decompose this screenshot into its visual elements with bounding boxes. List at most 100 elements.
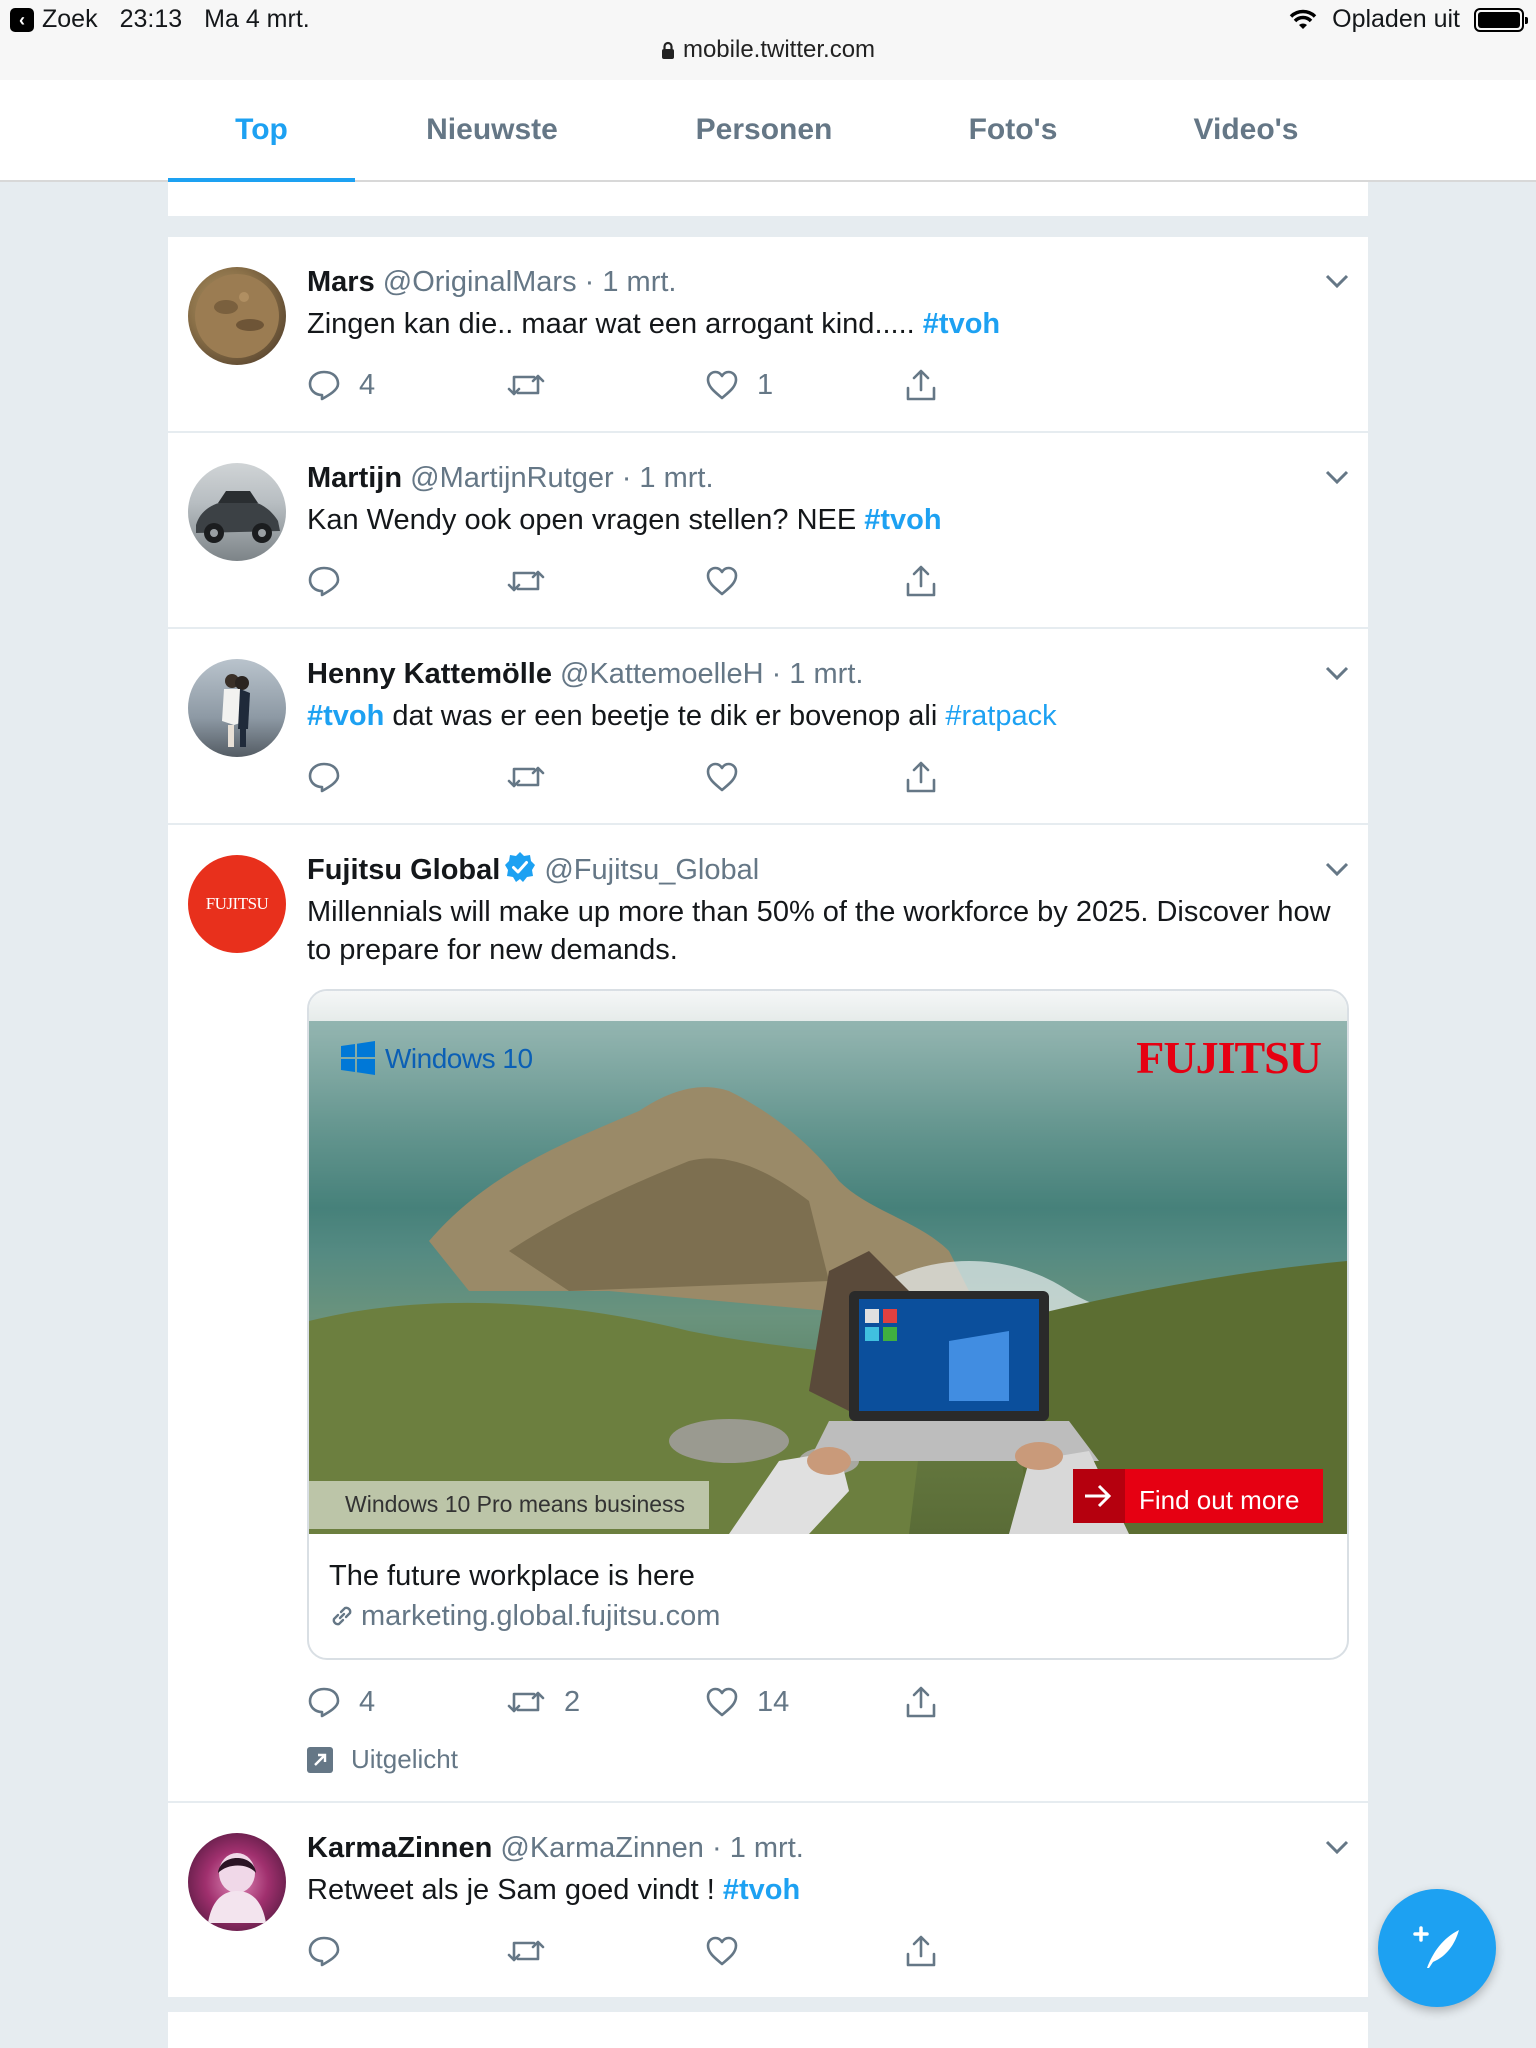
status-bar-right: Opladen uit [1288,5,1528,34]
reply-button[interactable]: 4 [307,1685,506,1719]
retweet-button[interactable] [506,1936,705,1966]
fujitsu-logo: FUJITSU [1136,1032,1322,1083]
retweet-button[interactable]: 2 [506,1686,705,1719]
share-icon [906,1935,936,1967]
tweet[interactable]: Martijn @MartijnRutger · 1 mrt. Kan Wend… [168,433,1368,629]
share-icon [906,1686,936,1718]
reply-button[interactable] [307,564,506,598]
share-button[interactable] [904,1685,1103,1719]
retweet-button[interactable] [506,370,705,400]
reply-button[interactable] [307,760,506,794]
tab-videos[interactable]: Video's [1160,80,1332,180]
separator-dot: · [711,1832,722,1864]
hashtag-link[interactable]: #tvoh [864,504,941,536]
avatar[interactable] [188,659,286,757]
like-button[interactable] [705,761,904,793]
tweet-body: Zingen kan die.. maar wat een arrogant k… [307,308,915,340]
hashtag-link[interactable]: #tvoh [307,700,384,732]
like-button[interactable] [705,1935,904,1967]
tab-top[interactable]: Top [168,80,355,182]
reply-icon [308,370,340,401]
card-link[interactable]: marketing.global.fujitsu.com [329,1596,1327,1636]
share-button[interactable] [904,368,1103,402]
user-name[interactable]: Henny Kattemölle [307,658,552,690]
retweet-button[interactable] [506,762,705,792]
avatar[interactable] [188,267,286,365]
retweet-icon [507,1940,545,1962]
chevron-down-icon[interactable] [1324,1839,1350,1855]
tweet-time[interactable]: 1 mrt. [602,266,676,298]
promoted-label[interactable]: Uitgelicht [307,1744,1348,1775]
tab-fotos[interactable]: Foto's [930,80,1096,180]
reply-icon [308,762,340,793]
link-card[interactable]: Windows 10 FUJITSU Windows 10 Pro means … [307,989,1349,1660]
tab-label: Foto's [968,113,1058,146]
back-to-app-icon[interactable]: ‹ [10,7,34,32]
chevron-down-icon[interactable] [1324,665,1350,681]
user-handle[interactable]: @OriginalMars [383,266,577,298]
retweet-count: 2 [564,1685,581,1718]
tweet-time[interactable]: 1 mrt. [789,658,863,690]
share-button[interactable] [904,564,1103,598]
user-handle[interactable]: @KarmaZinnen [500,1832,704,1864]
tweet[interactable]: Mars @OriginalMars · 1 mrt. Zingen kan d… [168,237,1368,433]
tweet[interactable]: Henny Kattemölle @KattemoelleH · 1 mrt. … [168,629,1368,825]
card-title[interactable]: The future workplace is here [329,1556,1327,1596]
avatar[interactable]: FUJITSU [188,855,286,953]
compose-tweet-button[interactable] [1378,1889,1496,2007]
reply-button[interactable]: 4 [307,368,506,402]
tab-label: Personen [695,113,833,146]
tweet-header: Fujitsu Global @Fujitsu_Global [307,851,1348,889]
reply-button[interactable] [307,1934,506,1968]
share-button[interactable] [904,760,1103,794]
back-to-app-label[interactable]: Zoek [42,5,98,34]
share-button[interactable] [904,1934,1103,1968]
find-out-more-button[interactable]: Find out more [1139,1485,1299,1516]
user-handle[interactable]: @KattemoelleH [560,658,764,690]
tweet-time[interactable]: 1 mrt. [730,1832,804,1864]
tab-nieuwste[interactable]: Nieuwste [388,80,596,180]
tab-personen[interactable]: Personen [660,80,868,180]
user-name[interactable]: Fujitsu Global [307,854,500,886]
hashtag-link[interactable]: #tvoh [723,1874,800,1906]
like-count: 1 [757,368,774,401]
chevron-down-icon[interactable] [1324,469,1350,485]
retweet-icon [507,766,545,788]
avatar[interactable] [188,1833,286,1931]
reply-count: 4 [359,1685,376,1718]
tweet-text: Millennials will make up more than 50% o… [307,893,1348,969]
user-name[interactable]: Mars [307,266,375,298]
search-tabs: Top Nieuwste Personen Foto's Video's [0,80,1536,182]
chevron-down-icon[interactable] [1324,861,1350,877]
verified-badge-icon [505,852,536,882]
hashtag-link[interactable]: #ratpack [945,700,1056,732]
tweet-time[interactable]: 1 mrt. [639,462,713,494]
retweet-button[interactable] [506,566,705,596]
tweet[interactable]: KarmaZinnen @KarmaZinnen · 1 mrt. Retwee… [168,1803,1368,1999]
tweet-actions [307,1923,1348,1979]
like-button[interactable]: 1 [705,369,904,402]
tweet-body: Retweet als je Sam goed vindt ! [307,1874,715,1906]
avatar[interactable] [188,463,286,561]
heart-icon [706,762,738,792]
like-button[interactable]: 14 [705,1686,904,1719]
user-name[interactable]: Martijn [307,462,402,494]
tweet-actions [307,553,1348,609]
hashtag-link[interactable]: #tvoh [923,308,1000,340]
status-bar-left: ‹ Zoek 23:13 Ma 4 mrt. [10,5,332,34]
card-link-text: marketing.global.fujitsu.com [361,1600,721,1632]
user-name[interactable]: KarmaZinnen [307,1832,492,1864]
promoted-text: Uitgelicht [351,1744,458,1774]
tab-label: Video's [1193,113,1299,146]
chevron-down-icon[interactable] [1324,273,1350,289]
url-bar[interactable]: mobile.twitter.com [0,36,1536,64]
user-handle[interactable]: @Fujitsu_Global [544,854,759,886]
reply-icon [308,1936,340,1967]
card-image[interactable]: Windows 10 FUJITSU Windows 10 Pro means … [309,991,1347,1534]
link-icon [332,1606,352,1626]
promoted-tweet[interactable]: FUJITSU Fujitsu Global @Fujitsu_Global Mi… [168,825,1368,1803]
like-button[interactable] [705,565,904,597]
user-handle[interactable]: @MartijnRutger [410,462,614,494]
status-date: Ma 4 mrt. [204,5,310,33]
card-body[interactable]: The future workplace is here marketing.g… [309,1534,1347,1658]
